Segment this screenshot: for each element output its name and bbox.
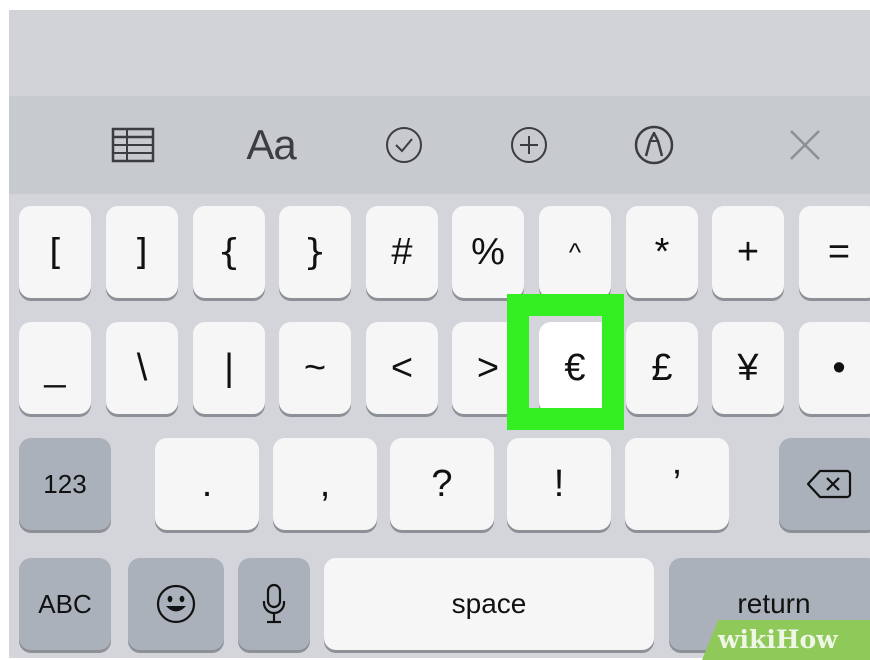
keyboard: [ ] { } # % ^ * + = _ \ | ~ < > € £ ¥ • … [9, 194, 870, 658]
key-greater-than[interactable]: > [452, 322, 524, 414]
key-open-bracket[interactable]: [ [19, 206, 91, 298]
emoji-key[interactable] [128, 558, 224, 650]
watermark-wiki: wiki [718, 625, 776, 654]
text-area[interactable] [9, 10, 870, 96]
checklist-button[interactable] [376, 96, 432, 194]
plus-circle-icon [511, 127, 547, 163]
key-yen[interactable]: ¥ [712, 322, 784, 414]
checkmark-circle-icon [386, 127, 422, 163]
keyboard-toolbar: Aa [9, 96, 870, 194]
key-open-brace[interactable]: { [193, 206, 265, 298]
watermark-how: How [775, 625, 838, 654]
space-key[interactable]: space [324, 558, 654, 650]
key-less-than[interactable]: < [366, 322, 438, 414]
key-apostrophe[interactable]: ’ [625, 438, 729, 530]
key-close-bracket[interactable]: ] [106, 206, 178, 298]
screen-frame: Aa [] {} # % ^ * + = _ \ | ~ < > € £ ¥… [9, 10, 870, 658]
key-bullet[interactable]: • [799, 322, 870, 414]
backspace-icon [806, 469, 852, 499]
key-percent[interactable]: % [452, 206, 524, 298]
dictation-key[interactable] [238, 558, 310, 650]
key-plus[interactable]: + [712, 206, 784, 298]
markup-pen-icon [634, 125, 674, 165]
key-pipe[interactable]: | [193, 322, 265, 414]
wikihow-watermark: wikiHow [718, 622, 838, 658]
numbers-mode-key[interactable]: 123 [19, 438, 111, 530]
emoji-icon [156, 584, 196, 624]
key-underscore[interactable]: _ [19, 322, 91, 414]
key-question[interactable]: ? [390, 438, 494, 530]
key-backslash[interactable]: \ [106, 322, 178, 414]
microphone-icon [262, 583, 286, 624]
key-euro[interactable]: € [539, 322, 611, 414]
close-icon [790, 130, 820, 160]
delete-key[interactable] [779, 438, 870, 530]
markup-button[interactable] [626, 96, 682, 194]
key-equals[interactable]: = [799, 206, 870, 298]
format-button[interactable]: Aa [231, 96, 311, 194]
table-icon [111, 127, 155, 163]
key-asterisk[interactable]: * [626, 206, 698, 298]
abc-key[interactable]: ABC [19, 558, 111, 650]
table-button[interactable] [105, 96, 161, 194]
add-button[interactable] [501, 96, 557, 194]
key-caret[interactable]: ^ [539, 206, 611, 298]
key-period[interactable]: . [155, 438, 259, 530]
key-close-brace[interactable]: } [279, 206, 351, 298]
key-comma[interactable]: , [273, 438, 377, 530]
key-hash[interactable]: # [366, 206, 438, 298]
key-exclamation[interactable]: ! [507, 438, 611, 530]
key-tilde[interactable]: ~ [279, 322, 351, 414]
key-pound[interactable]: £ [626, 322, 698, 414]
close-button[interactable] [777, 96, 833, 194]
